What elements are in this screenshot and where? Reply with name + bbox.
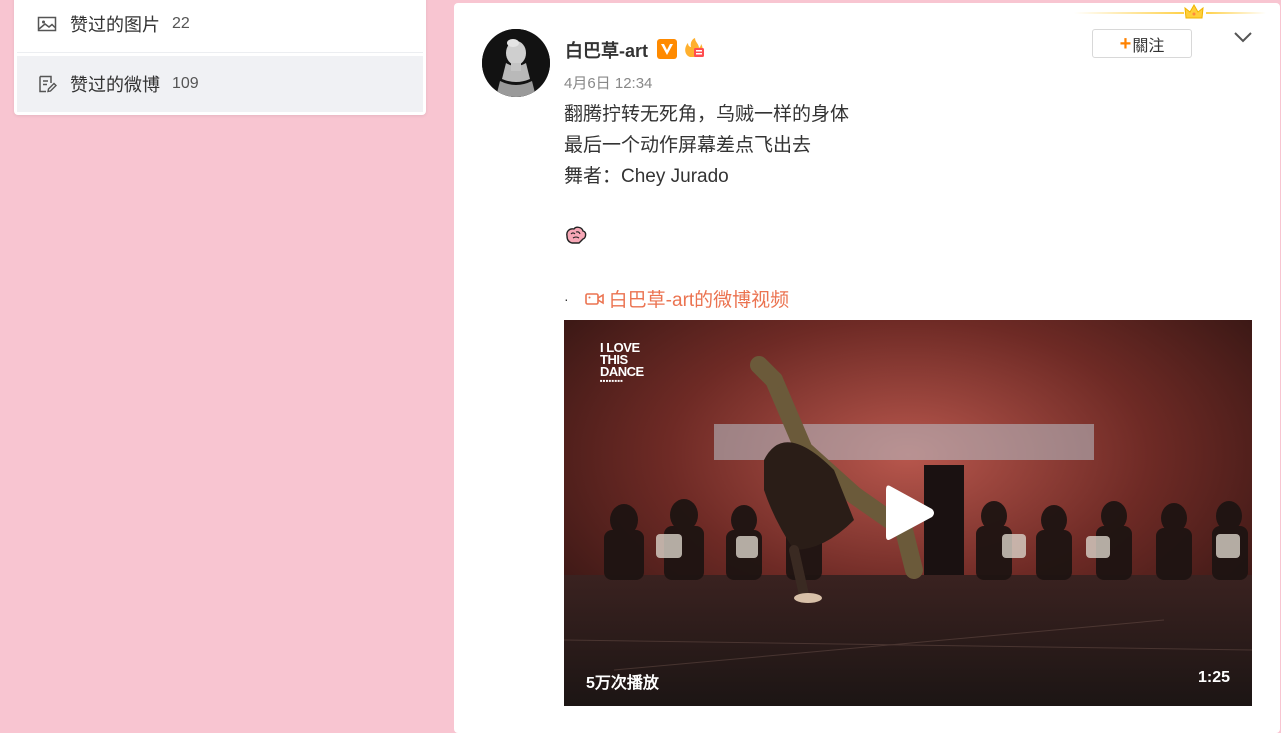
image-icon <box>37 14 57 34</box>
play-icon[interactable] <box>882 482 938 544</box>
post-text-line: 翻腾拧转无死角，乌贼一样的身体 <box>564 104 850 125</box>
i-love-this-dance-logo: I LOVE THIS DANCE ■■■■■■■■ <box>600 340 644 383</box>
hot-badge-icon <box>682 37 706 59</box>
bullet: · <box>564 290 569 307</box>
weibo-post-card: 白巴草-art 4月6日 12:34 + 關注 翻腾拧转无死角，乌贼一样的身体 … <box>454 3 1280 733</box>
post-text-line: 舞者：Chey Jurado <box>564 166 729 187</box>
liked-sidebar: 赞过的图片 22 赞过的微博 109 <box>14 0 426 115</box>
sidebar-item-label: 赞过的图片 <box>70 15 160 35</box>
video-link-row: · 白巴草-art的微博视频 <box>564 285 789 312</box>
video-camera-icon <box>584 291 605 307</box>
sidebar-item-liked-photos[interactable]: 赞过的图片 22 <box>17 0 423 52</box>
crown-icon <box>1183 3 1205 21</box>
user-name[interactable]: 白巴草-art <box>565 37 648 63</box>
crown-decoration-line <box>1206 12 1266 14</box>
follow-label: 關注 <box>1132 37 1165 55</box>
video-duration: 1:25 <box>1197 669 1230 686</box>
video-view-count: 5万次播放 <box>586 675 659 692</box>
avatar[interactable] <box>482 29 550 97</box>
plus-icon: + <box>1119 32 1132 55</box>
chevron-down-icon[interactable] <box>1232 29 1254 45</box>
follow-button[interactable]: + 關注 <box>1092 29 1192 58</box>
sidebar-item-count: 109 <box>172 75 199 92</box>
sidebar-item-label: 赞过的微博 <box>70 75 160 95</box>
sidebar-item-liked-posts[interactable]: 赞过的微博 109 <box>17 56 423 112</box>
verified-v-icon <box>657 39 677 59</box>
sidebar-item-count: 22 <box>172 15 190 32</box>
crown-decoration-line <box>1074 12 1184 14</box>
brain-emoji-icon <box>564 223 588 247</box>
divider <box>17 52 423 53</box>
post-timestamp[interactable]: 4月6日 12:34 <box>564 72 652 93</box>
post-text-line: 最后一个动作屏幕差点飞出去 <box>564 135 812 156</box>
video-link-label: 白巴草-art的微博视频 <box>608 290 790 311</box>
video-player[interactable]: I LOVE THIS DANCE ■■■■■■■■ 5万次播放 1:25 <box>564 320 1252 706</box>
video-link[interactable]: 白巴草-art的微博视频 <box>584 285 790 312</box>
note-edit-icon <box>37 74 57 94</box>
